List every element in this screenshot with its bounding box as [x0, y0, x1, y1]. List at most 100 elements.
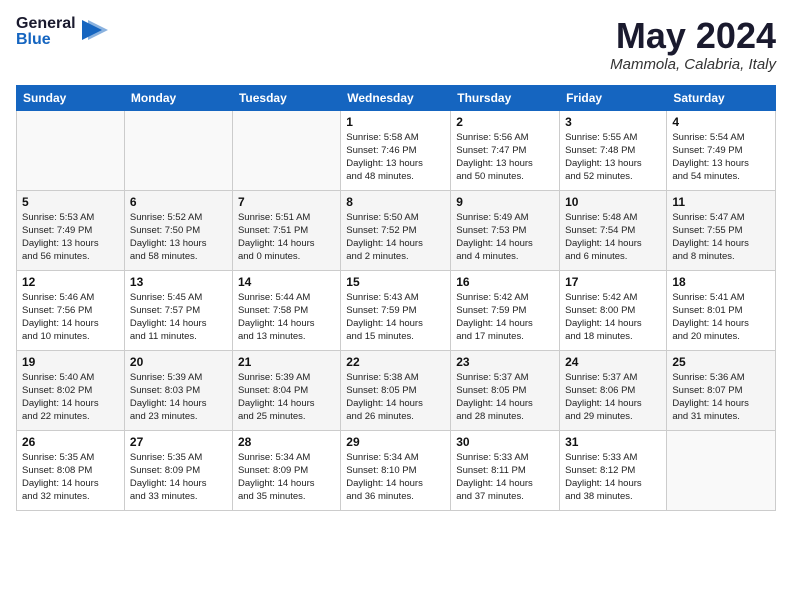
- calendar-cell: 30 Sunrise: 5:33 AM Sunset: 8:11 PM Dayli…: [451, 430, 560, 510]
- day-number: 21: [238, 355, 335, 369]
- day-header-tuesday: Tuesday: [232, 85, 340, 110]
- day-detail: Sunrise: 5:39 AM Sunset: 8:04 PM Dayligh…: [238, 371, 335, 424]
- day-number: 2: [456, 115, 554, 129]
- calendar-cell: 26 Sunrise: 5:35 AM Sunset: 8:08 PM Dayli…: [17, 430, 125, 510]
- calendar-table: SundayMondayTuesdayWednesdayThursdayFrid…: [16, 85, 776, 511]
- calendar-cell: 21 Sunrise: 5:39 AM Sunset: 8:04 PM Dayli…: [232, 350, 340, 430]
- day-detail: Sunrise: 5:35 AM Sunset: 8:08 PM Dayligh…: [22, 451, 119, 504]
- day-number: 19: [22, 355, 119, 369]
- day-number: 13: [130, 275, 227, 289]
- logo: General Blue: [16, 16, 108, 48]
- day-detail: Sunrise: 5:39 AM Sunset: 8:03 PM Dayligh…: [130, 371, 227, 424]
- calendar-cell: 14Sunrise: 5:44 AM Sunset: 7:58 PM Dayli…: [232, 270, 340, 350]
- day-number: 16: [456, 275, 554, 289]
- day-number: 30: [456, 435, 554, 449]
- calendar-week-row: 19Sunrise: 5:40 AM Sunset: 8:02 PM Dayli…: [17, 350, 776, 430]
- day-detail: Sunrise: 5:50 AM Sunset: 7:52 PM Dayligh…: [346, 211, 445, 264]
- calendar-week-row: 5Sunrise: 5:53 AM Sunset: 7:49 PM Daylig…: [17, 190, 776, 270]
- day-detail: Sunrise: 5:42 AM Sunset: 8:00 PM Dayligh…: [565, 291, 661, 344]
- logo-line1: General: [16, 16, 76, 32]
- calendar-cell: 16Sunrise: 5:42 AM Sunset: 7:59 PM Dayli…: [451, 270, 560, 350]
- calendar-cell: 12 Sunrise: 5:46 AM Sunset: 7:56 PM Dayli…: [17, 270, 125, 350]
- day-detail: Sunrise: 5:37 AM Sunset: 8:05 PM Dayligh…: [456, 371, 554, 424]
- day-detail: Sunrise: 5:44 AM Sunset: 7:58 PM Dayligh…: [238, 291, 335, 344]
- location: Mammola, Calabria, Italy: [610, 56, 776, 73]
- day-header-saturday: Saturday: [667, 85, 776, 110]
- day-detail: Sunrise: 5:52 AM Sunset: 7:50 PM Dayligh…: [130, 211, 227, 264]
- day-number: 26: [22, 435, 119, 449]
- calendar-cell: 6 Sunrise: 5:52 AM Sunset: 7:50 PM Daylig…: [124, 190, 232, 270]
- day-header-friday: Friday: [560, 85, 667, 110]
- day-number: 28: [238, 435, 335, 449]
- day-number: 15: [346, 275, 445, 289]
- title-section: May 2024 Mammola, Calabria, Italy: [610, 16, 776, 73]
- day-header-wednesday: Wednesday: [341, 85, 451, 110]
- day-detail: Sunrise: 5:43 AM Sunset: 7:59 PM Dayligh…: [346, 291, 445, 344]
- calendar-week-row: 12 Sunrise: 5:46 AM Sunset: 7:56 PM Dayli…: [17, 270, 776, 350]
- calendar-cell: 24Sunrise: 5:37 AM Sunset: 8:06 PM Dayli…: [560, 350, 667, 430]
- calendar-cell: [232, 110, 340, 190]
- day-number: 23: [456, 355, 554, 369]
- day-detail: Sunrise: 5:56 AM Sunset: 7:47 PM Dayligh…: [456, 131, 554, 184]
- day-detail: Sunrise: 5:47 AM Sunset: 7:55 PM Dayligh…: [672, 211, 770, 264]
- day-header-monday: Monday: [124, 85, 232, 110]
- calendar-week-row: 26 Sunrise: 5:35 AM Sunset: 8:08 PM Dayli…: [17, 430, 776, 510]
- day-detail: Sunrise: 5:33 AM Sunset: 8:11 PM Dayligh…: [456, 451, 554, 504]
- calendar-cell: 2 Sunrise: 5:56 AM Sunset: 7:47 PM Daylig…: [451, 110, 560, 190]
- day-number: 10: [565, 195, 661, 209]
- calendar-cell: 22Sunrise: 5:38 AM Sunset: 8:05 PM Dayli…: [341, 350, 451, 430]
- calendar-cell: [17, 110, 125, 190]
- calendar-cell: 19Sunrise: 5:40 AM Sunset: 8:02 PM Dayli…: [17, 350, 125, 430]
- calendar-cell: 31Sunrise: 5:33 AM Sunset: 8:12 PM Dayli…: [560, 430, 667, 510]
- day-number: 11: [672, 195, 770, 209]
- calendar-cell: 27 Sunrise: 5:35 AM Sunset: 8:09 PM Dayli…: [124, 430, 232, 510]
- calendar-cell: [667, 430, 776, 510]
- day-detail: Sunrise: 5:51 AM Sunset: 7:51 PM Dayligh…: [238, 211, 335, 264]
- calendar-cell: 18Sunrise: 5:41 AM Sunset: 8:01 PM Dayli…: [667, 270, 776, 350]
- calendar-cell: 4Sunrise: 5:54 AM Sunset: 7:49 PM Daylig…: [667, 110, 776, 190]
- day-number: 6: [130, 195, 227, 209]
- page-header: General Blue May 2024 Mammola, Calabria,…: [16, 16, 776, 73]
- month-title: May 2024: [610, 16, 776, 56]
- calendar-cell: 5Sunrise: 5:53 AM Sunset: 7:49 PM Daylig…: [17, 190, 125, 270]
- calendar-cell: 13Sunrise: 5:45 AM Sunset: 7:57 PM Dayli…: [124, 270, 232, 350]
- day-detail: Sunrise: 5:36 AM Sunset: 8:07 PM Dayligh…: [672, 371, 770, 424]
- day-number: 7: [238, 195, 335, 209]
- day-header-sunday: Sunday: [17, 85, 125, 110]
- day-detail: Sunrise: 5:34 AM Sunset: 8:10 PM Dayligh…: [346, 451, 445, 504]
- day-number: 22: [346, 355, 445, 369]
- calendar-cell: 17 Sunrise: 5:42 AM Sunset: 8:00 PM Dayli…: [560, 270, 667, 350]
- logo-arrow-icon: [80, 15, 108, 45]
- day-detail: Sunrise: 5:53 AM Sunset: 7:49 PM Dayligh…: [22, 211, 119, 264]
- calendar-cell: 1 Sunrise: 5:58 AM Sunset: 7:46 PM Daylig…: [341, 110, 451, 190]
- day-detail: Sunrise: 5:35 AM Sunset: 8:09 PM Dayligh…: [130, 451, 227, 504]
- day-number: 20: [130, 355, 227, 369]
- day-detail: Sunrise: 5:37 AM Sunset: 8:06 PM Dayligh…: [565, 371, 661, 424]
- calendar-cell: [124, 110, 232, 190]
- day-detail: Sunrise: 5:58 AM Sunset: 7:46 PM Dayligh…: [346, 131, 445, 184]
- day-detail: Sunrise: 5:41 AM Sunset: 8:01 PM Dayligh…: [672, 291, 770, 344]
- day-number: 25: [672, 355, 770, 369]
- day-detail: Sunrise: 5:48 AM Sunset: 7:54 PM Dayligh…: [565, 211, 661, 264]
- day-number: 8: [346, 195, 445, 209]
- day-detail: Sunrise: 5:46 AM Sunset: 7:56 PM Dayligh…: [22, 291, 119, 344]
- calendar-cell: 28 Sunrise: 5:34 AM Sunset: 8:09 PM Dayli…: [232, 430, 340, 510]
- logo-line2: Blue: [16, 32, 76, 48]
- day-number: 12: [22, 275, 119, 289]
- calendar-cell: 11 Sunrise: 5:47 AM Sunset: 7:55 PM Dayli…: [667, 190, 776, 270]
- day-detail: Sunrise: 5:54 AM Sunset: 7:49 PM Dayligh…: [672, 131, 770, 184]
- calendar-cell: 20 Sunrise: 5:39 AM Sunset: 8:03 PM Dayli…: [124, 350, 232, 430]
- calendar-cell: 23 Sunrise: 5:37 AM Sunset: 8:05 PM Dayli…: [451, 350, 560, 430]
- calendar-cell: 10 Sunrise: 5:48 AM Sunset: 7:54 PM Dayli…: [560, 190, 667, 270]
- day-detail: Sunrise: 5:34 AM Sunset: 8:09 PM Dayligh…: [238, 451, 335, 504]
- day-header-thursday: Thursday: [451, 85, 560, 110]
- day-number: 1: [346, 115, 445, 129]
- day-number: 31: [565, 435, 661, 449]
- calendar-week-row: 1 Sunrise: 5:58 AM Sunset: 7:46 PM Daylig…: [17, 110, 776, 190]
- calendar-cell: 7 Sunrise: 5:51 AM Sunset: 7:51 PM Daylig…: [232, 190, 340, 270]
- calendar-cell: 8 Sunrise: 5:50 AM Sunset: 7:52 PM Daylig…: [341, 190, 451, 270]
- calendar-cell: 9Sunrise: 5:49 AM Sunset: 7:53 PM Daylig…: [451, 190, 560, 270]
- day-number: 27: [130, 435, 227, 449]
- day-number: 17: [565, 275, 661, 289]
- calendar-header-row: SundayMondayTuesdayWednesdayThursdayFrid…: [17, 85, 776, 110]
